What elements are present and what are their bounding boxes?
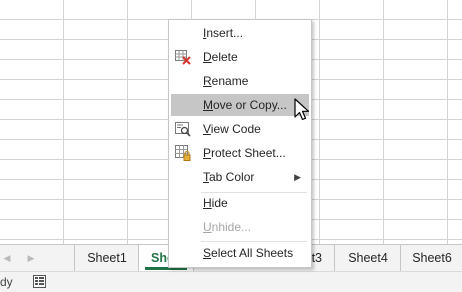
status-ready-text: dy (0, 275, 13, 289)
sheet-tab-context-menu: Insert... Delete Rename Move or Copy... … (168, 19, 312, 268)
macro-record-icon[interactable] (33, 275, 46, 288)
mouse-pointer-icon (294, 98, 310, 121)
menu-item-hide[interactable]: Hide (171, 192, 309, 214)
menu-item-rename[interactable]: Rename (171, 70, 309, 92)
menu-item-move-or-copy[interactable]: Move or Copy... (171, 94, 309, 116)
tab-sheet6[interactable]: Sheet6 (400, 245, 462, 271)
tab-sheet1[interactable]: Sheet1 (74, 245, 139, 271)
menu-item-delete[interactable]: Delete (171, 46, 309, 68)
status-bar: dy (0, 271, 462, 292)
view-code-icon (175, 122, 191, 137)
tab-sheet4[interactable]: Sheet4 (334, 245, 401, 271)
menu-item-select-all-sheets[interactable]: Select All Sheets (171, 242, 309, 264)
menu-item-tab-color[interactable]: Tab Color ▶ (171, 166, 309, 188)
scroll-tabs-left-icon[interactable]: ◀ (0, 249, 14, 267)
scroll-tabs-right-icon[interactable]: ▶ (24, 249, 38, 267)
delete-sheet-icon (175, 50, 191, 65)
menu-item-view-code[interactable]: View Code (171, 118, 309, 140)
submenu-arrow-icon: ▶ (294, 172, 301, 182)
menu-item-unhide: Unhide... (203, 220, 252, 234)
protect-sheet-icon (175, 145, 191, 161)
menu-item-protect-sheet[interactable]: Protect Sheet... (171, 142, 309, 164)
menu-item-insert[interactable]: Insert... (171, 22, 309, 44)
